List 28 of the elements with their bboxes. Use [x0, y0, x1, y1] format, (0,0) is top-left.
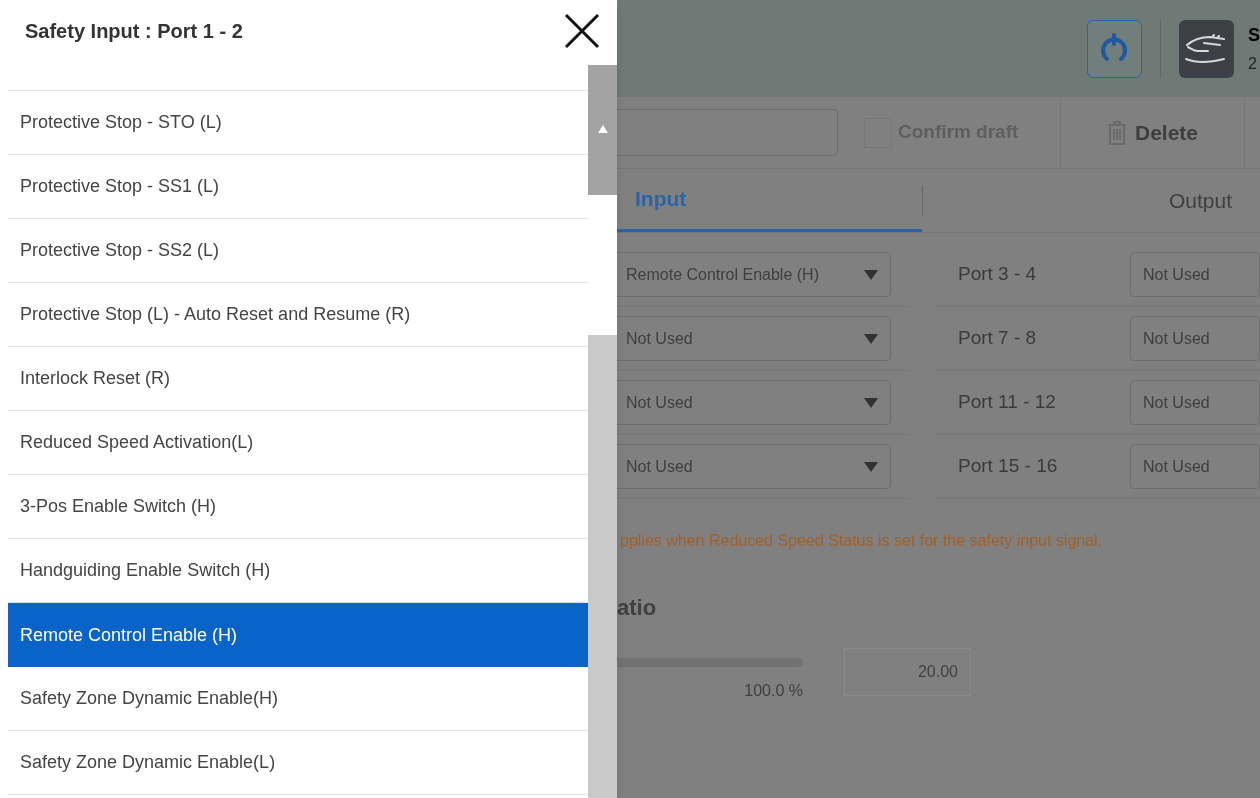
port-dropdown[interactable]: Not Used: [1130, 316, 1260, 361]
tab[interactable]: Output: [923, 169, 1260, 232]
port-dropdown[interactable]: Not Used: [1130, 252, 1260, 297]
option-item[interactable]: Remote Control Enable (H): [8, 603, 588, 667]
delete-button[interactable]: Delete: [1107, 116, 1199, 149]
port-label: Port 3 - 4: [958, 262, 1038, 287]
section-title: atio: [617, 594, 658, 622]
scrollbar-track[interactable]: [588, 65, 617, 798]
port-dropdown[interactable]: Not Used: [1130, 444, 1260, 489]
warning-text: pplies when Reduced Speed Status is set for the safety input signal.: [620, 531, 1104, 551]
port-label: Port 7 - 8: [958, 326, 1038, 351]
port-label: Port 15 - 16: [958, 454, 1059, 479]
caret-icon: [864, 397, 878, 408]
port-label: Port 11 - 12: [958, 390, 1057, 415]
user-detail: 2: [1248, 55, 1258, 72]
ratio-field[interactable]: 20.00: [844, 648, 971, 696]
caret-icon: [864, 269, 878, 280]
hand-guide-button[interactable]: [1178, 19, 1234, 78]
scrollbar-thumb[interactable]: [588, 65, 617, 195]
user-name: S: [1248, 25, 1260, 44]
up-arrow-icon[interactable]: [597, 125, 608, 133]
port-dropdown[interactable]: Not Used: [1130, 380, 1260, 425]
dialog-title: Safety Input : Port 1 - 2: [25, 19, 243, 44]
close-icon[interactable]: [564, 13, 600, 49]
caret-icon: [864, 461, 878, 472]
slider-reading: 100.0 %: [744, 681, 803, 701]
caret-icon: [864, 333, 878, 344]
robot-mode-button[interactable]: [1087, 19, 1142, 78]
